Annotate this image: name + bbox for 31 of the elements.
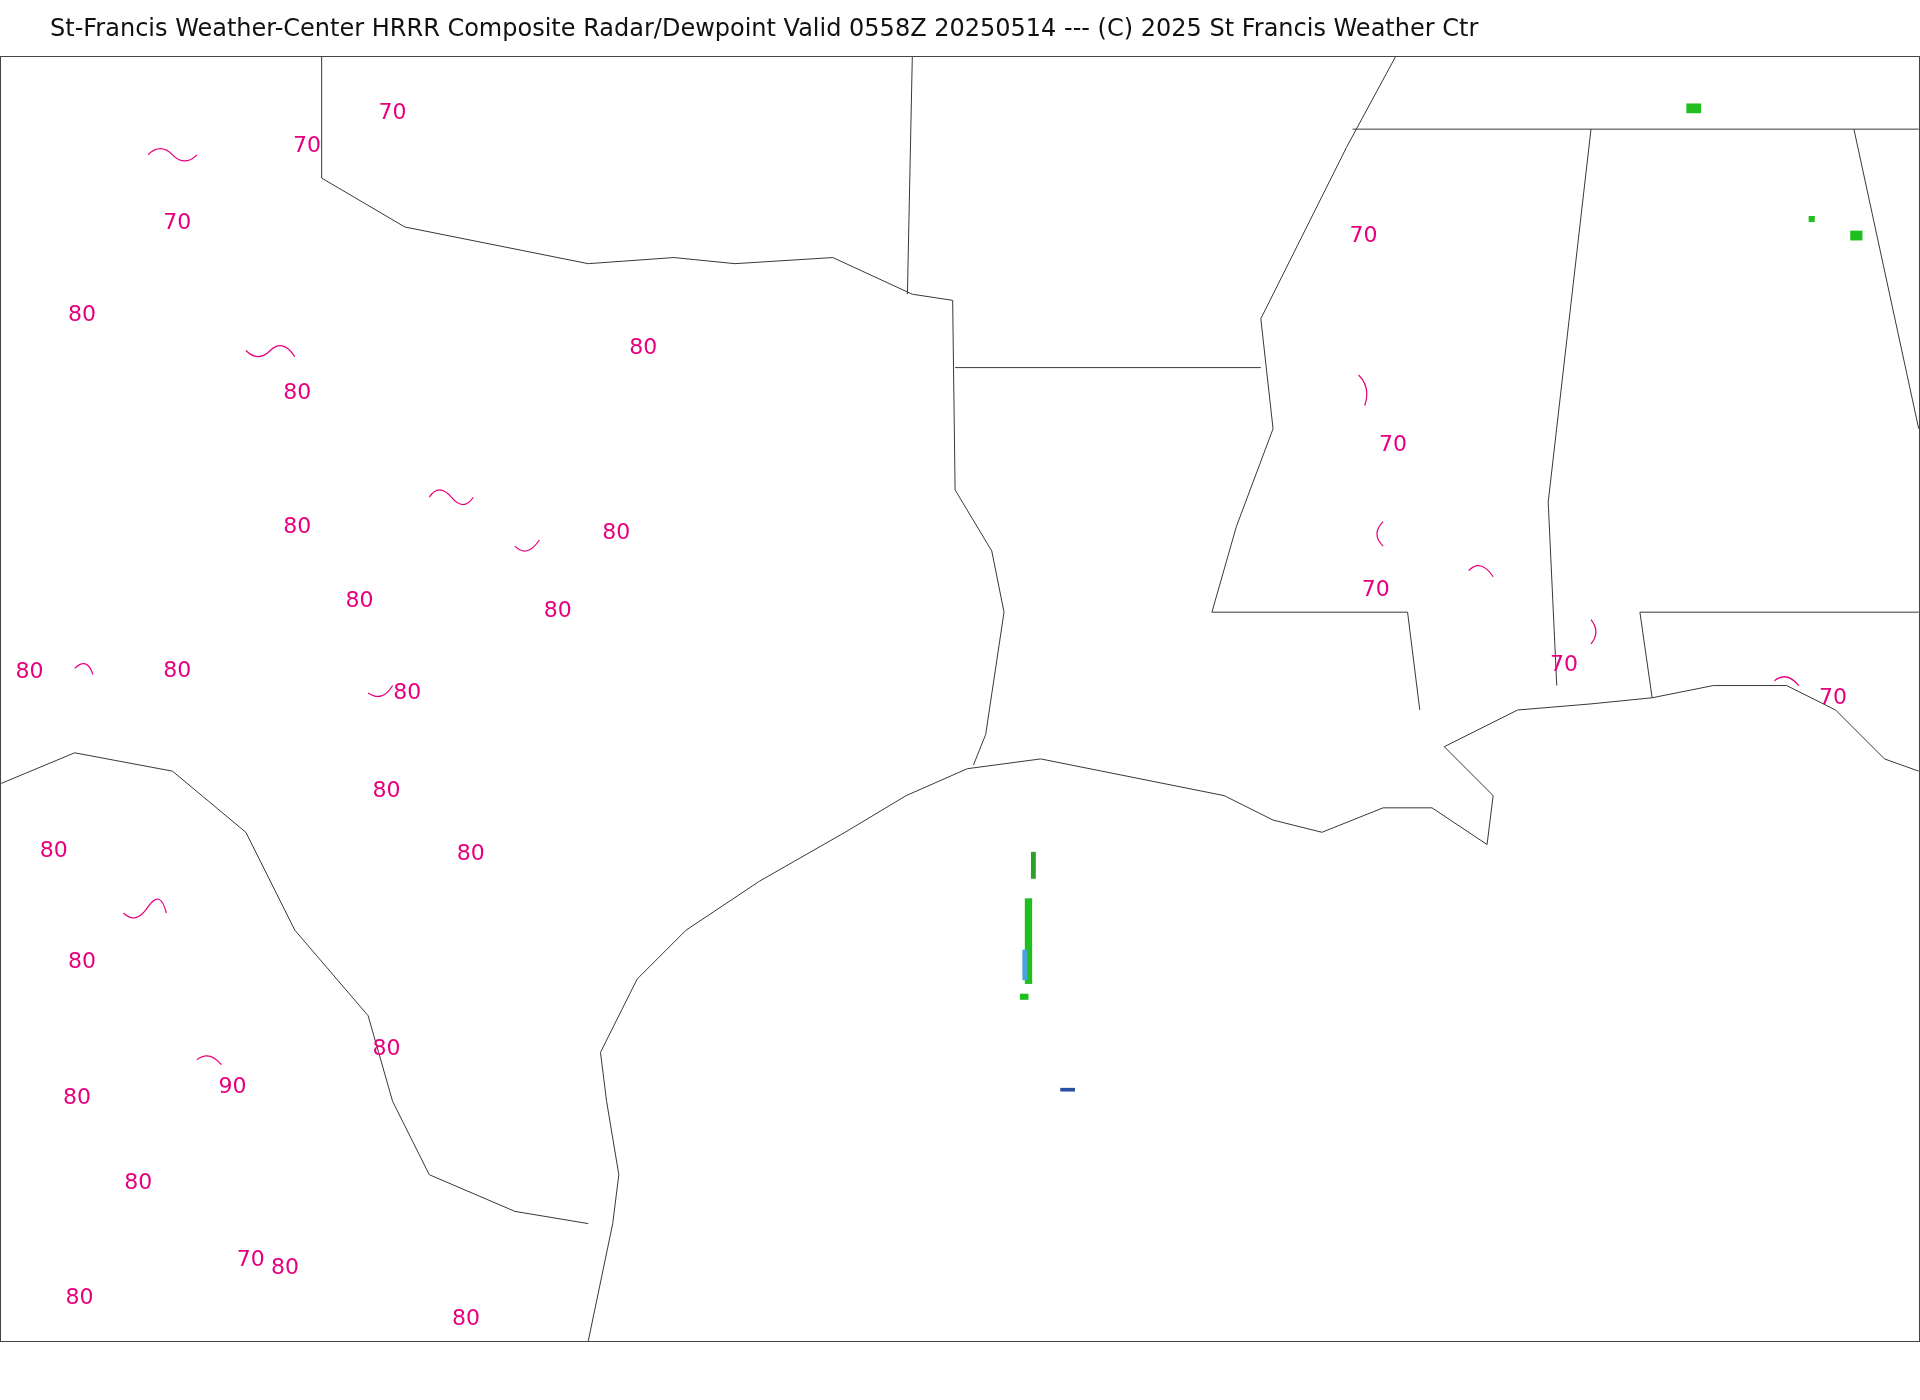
contour-label: 70 bbox=[236, 1246, 265, 1272]
contour-label: 70 bbox=[293, 132, 321, 158]
contour-label: 80 bbox=[451, 1305, 480, 1331]
map-title: St-Francis Weather-Center HRRR Composite Radar/Dewpoint Valid 0558Z 20250514 --- (C) 2025 St Francis Weather Ctr bbox=[49, 13, 1480, 44]
contour-label: 80 bbox=[65, 1284, 94, 1310]
contour-label: 80 bbox=[345, 587, 374, 613]
contour-label: 70 bbox=[1361, 576, 1390, 602]
contour-label: 70 bbox=[1550, 650, 1579, 676]
contour-label: 80 bbox=[283, 379, 312, 405]
contour-label: 80 bbox=[15, 658, 44, 684]
contour-label: 80 bbox=[372, 1034, 401, 1060]
contour-label: 70 bbox=[1819, 683, 1848, 709]
contour-label: 80 bbox=[602, 518, 631, 544]
contour-label: 70 bbox=[1378, 430, 1407, 456]
contour-label: 70 bbox=[163, 209, 192, 235]
contour-label: 90 bbox=[218, 1072, 247, 1098]
contour-label: 80 bbox=[393, 679, 422, 704]
contour-label: 80 bbox=[68, 948, 96, 974]
contour-label: 70 bbox=[1349, 221, 1378, 247]
contour-label: 80 bbox=[629, 334, 658, 360]
contour-label: 80 bbox=[163, 657, 192, 682]
contour-label: 80 bbox=[63, 1083, 92, 1109]
contour-label: 70 bbox=[378, 99, 407, 125]
contour-label: 80 bbox=[543, 597, 572, 623]
contour-label: 80 bbox=[283, 512, 312, 538]
contour-label: 80 bbox=[124, 1169, 153, 1195]
contour-label: 80 bbox=[456, 840, 485, 866]
contour-label: 80 bbox=[68, 301, 96, 327]
contour-label: 80 bbox=[271, 1253, 299, 1279]
contour-label: 80 bbox=[372, 776, 401, 802]
contour-label: 80 bbox=[39, 836, 68, 862]
